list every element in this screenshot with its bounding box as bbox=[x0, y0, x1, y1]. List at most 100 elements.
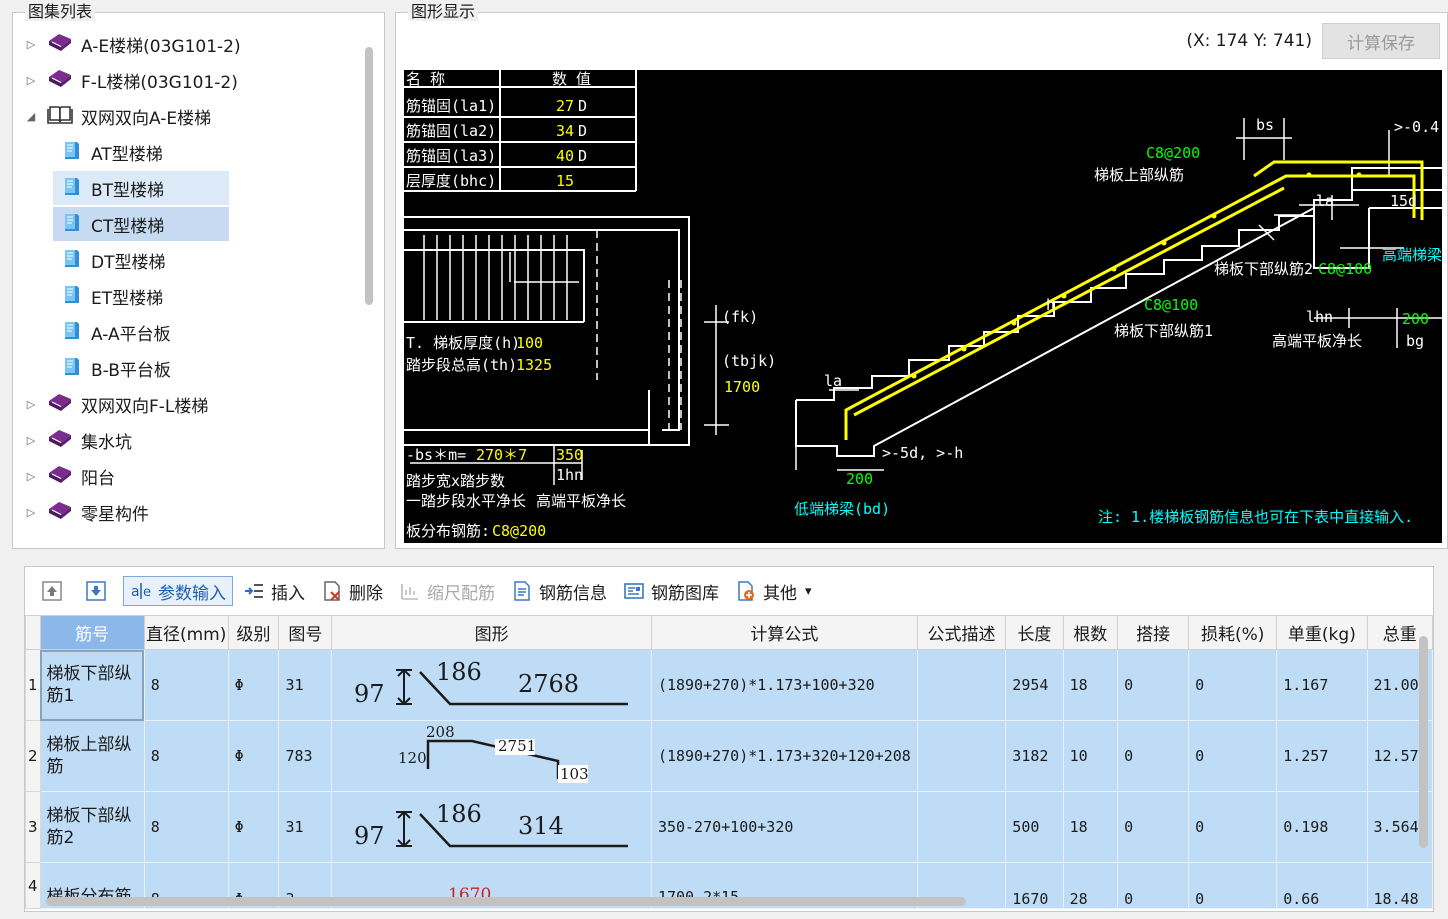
insert-button-label: 插入 bbox=[271, 583, 305, 604]
rebar-shape-cell[interactable]: 97 186 314 bbox=[331, 791, 652, 863]
row-index[interactable]: 3 bbox=[25, 791, 41, 863]
loss-percent-cell[interactable]: 0 bbox=[1188, 649, 1278, 721]
expand-arrow-icon[interactable]: ▷ bbox=[23, 470, 39, 483]
unit-weight-cell[interactable]: 0.198 bbox=[1276, 791, 1368, 863]
diameter-cell[interactable]: 8 bbox=[143, 720, 229, 792]
column-header[interactable]: 搭接 bbox=[1117, 615, 1190, 650]
column-header[interactable]: 计算公式 bbox=[650, 615, 918, 650]
expand-arrow-icon[interactable]: ▷ bbox=[23, 38, 39, 51]
unit-weight-cell[interactable]: 1.167 bbox=[1276, 649, 1368, 721]
rebar-info-button[interactable]: 钢筋信息 bbox=[505, 576, 613, 606]
formula-description-cell[interactable] bbox=[916, 720, 1007, 792]
column-header[interactable]: 级别 bbox=[227, 615, 280, 650]
insert-button[interactable]: 插入 bbox=[237, 576, 311, 606]
rebar-info-button-label: 钢筋信息 bbox=[539, 583, 607, 604]
rebar-name-cell[interactable]: 梯板下部纵筋1 bbox=[39, 649, 145, 721]
column-header[interactable]: 长度 bbox=[1005, 615, 1064, 650]
column-header[interactable]: 筋号 bbox=[39, 615, 145, 650]
expand-arrow-icon[interactable]: ▷ bbox=[23, 74, 39, 87]
tree-item[interactable]: ◢ 双网双向A-E楼梯 bbox=[23, 99, 211, 133]
grade-cell[interactable]: Φ bbox=[227, 649, 280, 721]
tree-item[interactable]: ET型楼梯 bbox=[53, 279, 163, 313]
formula-cell[interactable]: (1890+270)*1.173+320+120+208 bbox=[650, 720, 918, 792]
diameter-cell[interactable]: 8 bbox=[143, 649, 229, 721]
tree-item[interactable]: ▷ F-L楼梯(03G101-2) bbox=[23, 63, 238, 97]
column-header[interactable]: 直径(mm) bbox=[143, 615, 229, 650]
rebar-name-cell[interactable]: 梯板上部纵筋 bbox=[39, 720, 145, 792]
lap-cell[interactable]: 0 bbox=[1117, 720, 1190, 792]
table-horizontal-scrollbar[interactable] bbox=[24, 895, 1412, 909]
move-down-icon bbox=[85, 580, 113, 602]
tree-item[interactable]: BT型楼梯 bbox=[53, 171, 229, 205]
length-cell[interactable]: 3182 bbox=[1005, 720, 1064, 792]
formula-cell[interactable]: (1890+270)*1.173+100+320 bbox=[650, 649, 918, 721]
figure-number-cell[interactable]: 31 bbox=[278, 649, 333, 721]
lap-cell[interactable]: 0 bbox=[1117, 649, 1190, 721]
tree-item[interactable]: ▷ 集水坑 bbox=[23, 423, 132, 457]
figure-number-cell[interactable]: 783 bbox=[278, 720, 333, 792]
tree-item[interactable]: ▷ 零星构件 bbox=[23, 495, 149, 529]
move-up-button[interactable] bbox=[35, 576, 75, 606]
grade-cell[interactable]: Φ bbox=[227, 791, 280, 863]
table-vertical-scrollbar[interactable] bbox=[1417, 630, 1431, 892]
calculate-save-button[interactable]: 计算保存 bbox=[1322, 23, 1440, 59]
tree-scrollbar[interactable] bbox=[362, 43, 376, 533]
unit-weight-cell[interactable]: 1.257 bbox=[1276, 720, 1368, 792]
row-index[interactable]: 2 bbox=[25, 720, 41, 792]
chevron-down-icon[interactable]: ▾ bbox=[805, 584, 812, 599]
column-header[interactable]: 图号 bbox=[278, 615, 333, 650]
rebar-shape-cell[interactable]: 120 208 2751 103 bbox=[331, 720, 652, 792]
tree-item[interactable]: B-B平台板 bbox=[53, 351, 171, 385]
count-cell[interactable]: 18 bbox=[1062, 791, 1119, 863]
tree-scrollbar-thumb[interactable] bbox=[365, 47, 373, 305]
count-cell[interactable]: 10 bbox=[1062, 720, 1119, 792]
table-row[interactable]: 3 梯板下部纵筋2 8 Φ 31 97 186 314 350-270+100+320 500 18… bbox=[25, 791, 1434, 863]
loss-percent-cell[interactable]: 0 bbox=[1188, 720, 1278, 792]
param-input-button[interactable]: a e 参数输入 bbox=[123, 576, 233, 606]
formula-cell[interactable]: 350-270+100+320 bbox=[650, 791, 918, 863]
table-vertical-scrollbar-thumb[interactable] bbox=[1419, 636, 1428, 848]
column-header[interactable]: 图形 bbox=[331, 615, 652, 650]
stair-drawing: 名 称 数 值 筋锚固(la1) 27 D 筋锚固(la2) 34 D 筋锚固(… bbox=[404, 70, 1442, 540]
lap-cell[interactable]: 0 bbox=[1117, 791, 1190, 863]
tree-item[interactable]: ▷ 阳台 bbox=[23, 459, 115, 493]
param-input-button-label: 参数输入 bbox=[158, 583, 226, 604]
tree-item[interactable]: DT型楼梯 bbox=[53, 243, 165, 277]
column-header[interactable]: 公式描述 bbox=[916, 615, 1007, 650]
tree-item[interactable]: AT型楼梯 bbox=[53, 135, 163, 169]
grade-cell[interactable]: Φ bbox=[227, 720, 280, 792]
formula-description-cell[interactable] bbox=[916, 649, 1007, 721]
tree-item-label: AT型楼梯 bbox=[91, 144, 163, 165]
collapse-arrow-icon[interactable]: ◢ bbox=[23, 110, 39, 123]
count-cell[interactable]: 18 bbox=[1062, 649, 1119, 721]
loss-percent-cell[interactable]: 0 bbox=[1188, 791, 1278, 863]
move-down-button[interactable] bbox=[79, 576, 119, 606]
other-button[interactable]: 其他 ▾ bbox=[729, 576, 818, 606]
scale-rebar-button[interactable]: 缩尺配筋 bbox=[393, 576, 501, 606]
tree-item[interactable]: ▷ A-E楼梯(03G101-2) bbox=[23, 27, 241, 61]
rebar-library-button[interactable]: 钢筋图库 bbox=[617, 576, 725, 606]
rebar-name-cell[interactable]: 梯板下部纵筋2 bbox=[39, 791, 145, 863]
tree-item[interactable]: A-A平台板 bbox=[53, 315, 171, 349]
length-cell[interactable]: 500 bbox=[1005, 791, 1064, 863]
column-header[interactable]: 单重(kg) bbox=[1276, 615, 1368, 650]
formula-description-cell[interactable] bbox=[916, 791, 1007, 863]
length-cell[interactable]: 2954 bbox=[1005, 649, 1064, 721]
table-row[interactable]: 1 梯板下部纵筋1 8 Φ 31 97 186 2768 (1890+270)*1.173+10… bbox=[25, 649, 1434, 721]
diameter-cell[interactable]: 8 bbox=[143, 791, 229, 863]
tree-item[interactable]: CT型楼梯 bbox=[53, 207, 229, 241]
table-row[interactable]: 2 梯板上部纵筋 8 Φ 783 120 208 2751 103 (1890+270)*1.17… bbox=[25, 720, 1434, 792]
row-index[interactable]: 1 bbox=[25, 649, 41, 721]
column-header[interactable]: 根数 bbox=[1062, 615, 1119, 650]
figure-number-cell[interactable]: 31 bbox=[278, 791, 333, 863]
delete-button[interactable]: 删除 bbox=[315, 576, 389, 606]
expand-arrow-icon[interactable]: ▷ bbox=[23, 434, 39, 447]
tree-item[interactable]: ▷ 双网双向F-L楼梯 bbox=[23, 387, 208, 421]
expand-arrow-icon[interactable]: ▷ bbox=[23, 398, 39, 411]
stair-drawing-canvas[interactable]: 名 称 数 值 筋锚固(la1) 27 D 筋锚固(la2) 34 D 筋锚固(… bbox=[404, 70, 1442, 543]
column-header[interactable]: 损耗(%) bbox=[1188, 615, 1278, 650]
table-horizontal-scrollbar-thumb[interactable] bbox=[46, 897, 966, 906]
expand-arrow-icon[interactable]: ▷ bbox=[23, 506, 39, 519]
rebar-shape-cell[interactable]: 97 186 2768 bbox=[331, 649, 652, 721]
param-row-2-name: 筋锚固(la2) bbox=[406, 122, 496, 140]
